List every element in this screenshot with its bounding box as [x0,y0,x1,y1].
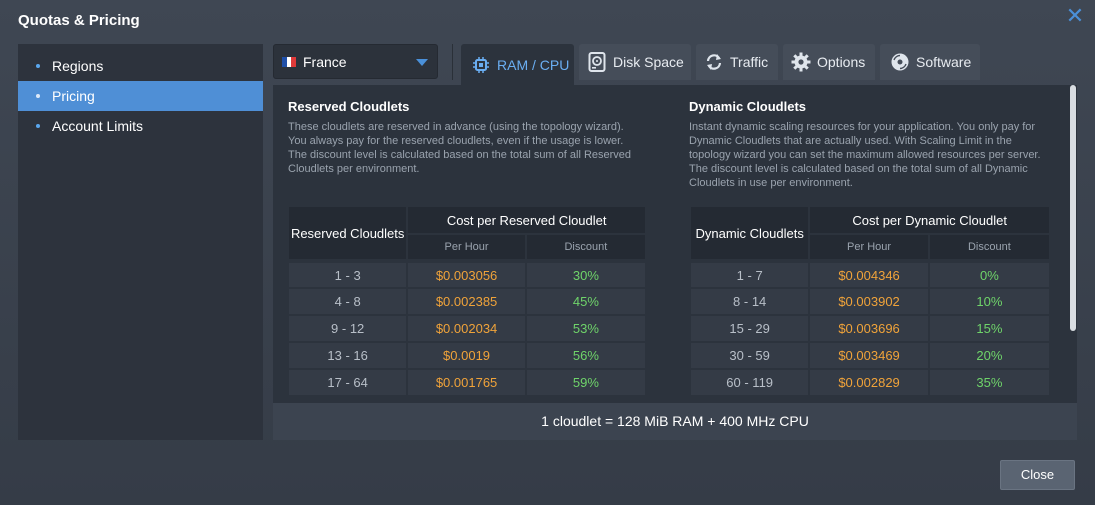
disk-icon [587,52,607,72]
column-header: Discount [927,233,1052,262]
range-cell: 13 - 16 [286,341,409,370]
scrollbar-thumb[interactable] [1070,85,1076,331]
france-flag-icon [282,57,297,67]
sidebar-item-account-limits[interactable]: Account Limits [18,111,263,141]
quotas-pricing-dialog: Quotas & Pricing ✕ Regions Pricing Accou… [0,0,1095,505]
price-cell: $0.003902 [808,287,930,316]
discount-cell: 59% [524,368,648,397]
table-row: 1 - 7 $0.004346 0% [688,259,1052,289]
dynamic-pricing-table: Dynamic Cloudlets Cost per Dynamic Cloud… [688,205,1052,397]
range-cell: 9 - 12 [286,314,409,343]
bullet-icon [36,64,40,68]
table-row: 8 - 14 $0.003902 10% [688,287,1052,316]
software-icon [890,52,910,72]
sidebar-item-pricing[interactable]: Pricing [18,81,263,111]
reserved-heading: Reserved Cloudlets [288,99,410,114]
discount-cell: 53% [524,314,648,343]
sidebar-item-label: Account Limits [52,118,144,134]
table-row: 9 - 12 $0.002034 53% [286,314,648,343]
bullet-icon [36,124,40,128]
tab-ram-cpu[interactable]: RAM / CPU [461,44,574,85]
bullet-icon [36,94,40,98]
table-row: 15 - 29 $0.003696 15% [688,314,1052,343]
price-cell: $0.003469 [808,341,930,370]
tab-traffic[interactable]: Traffic [696,44,778,80]
price-cell: $0.003056 [406,259,527,289]
sidebar-item-regions[interactable]: Regions [18,51,263,81]
region-select[interactable]: France [273,44,438,79]
dynamic-description: Instant dynamic scaling resources for yo… [689,121,1041,189]
price-cell: $0.002034 [406,314,527,343]
price-cell: $0.003696 [808,314,930,343]
sidebar-item-label: Regions [52,58,104,74]
column-header: Discount [524,233,648,262]
range-cell: 1 - 3 [286,259,409,289]
price-cell: $0.001765 [406,368,527,397]
pricing-panel: Reserved Cloudlets These cloudlets are r… [273,85,1077,403]
range-cell: 4 - 8 [286,287,409,316]
table-row: 60 - 119 $0.002829 35% [688,368,1052,397]
price-cell: $0.002385 [406,287,527,316]
range-cell: 1 - 7 [688,259,811,289]
close-button[interactable]: Close [1000,460,1075,490]
column-header: Per Hour [808,233,930,262]
gear-icon [791,52,811,72]
dialog-title: Quotas & Pricing [18,12,140,29]
close-icon[interactable]: ✕ [1065,5,1085,27]
traffic-icon [704,52,724,72]
column-header: Reserved Cloudlets [286,205,409,262]
tabs-divider [452,44,453,80]
reserved-pricing-table: Reserved Cloudlets Cost per Reserved Clo… [286,205,648,397]
tab-label: Software [916,54,972,70]
discount-cell: 10% [927,287,1052,316]
column-header: Dynamic Cloudlets [688,205,811,262]
tab-label: RAM / CPU [497,56,570,73]
price-cell: $0.004346 [808,259,930,289]
range-cell: 30 - 59 [688,341,811,370]
column-group-header: Cost per Reserved Cloudlet [406,205,647,235]
price-cell: $0.0019 [406,341,527,370]
range-cell: 15 - 29 [688,314,811,343]
table-row: 13 - 16 $0.0019 56% [286,341,648,370]
sidebar: Regions Pricing Account Limits [18,44,263,440]
column-group-header: Cost per Dynamic Cloudlet [808,205,1051,235]
tab-label: Options [817,54,866,70]
tab-options[interactable]: Options [783,44,875,80]
column-header: Per Hour [406,233,527,262]
range-cell: 60 - 119 [688,368,811,397]
chevron-down-icon [416,59,428,66]
sidebar-item-label: Pricing [52,88,95,104]
table-row: 1 - 3 $0.003056 30% [286,259,648,289]
cloudlet-definition-note: 1 cloudlet = 128 MiB RAM + 400 MHz CPU [273,403,1077,440]
tab-label: Traffic [730,54,769,70]
discount-cell: 56% [524,341,648,370]
discount-cell: 30% [524,259,648,289]
reserved-description: These cloudlets are reserved in advance … [288,121,632,175]
price-cell: $0.002829 [808,368,930,397]
dynamic-heading: Dynamic Cloudlets [689,99,807,114]
discount-cell: 35% [927,368,1052,397]
tab-label: Disk Space [613,54,684,70]
panel-scrollbar[interactable] [1069,85,1077,403]
table-row: 17 - 64 $0.001765 59% [286,368,648,397]
region-select-value: France [303,54,347,70]
tab-disk-space[interactable]: Disk Space [579,44,691,80]
discount-cell: 15% [927,314,1052,343]
range-cell: 8 - 14 [688,287,811,316]
discount-cell: 20% [927,341,1052,370]
discount-cell: 0% [927,259,1052,289]
table-row: 30 - 59 $0.003469 20% [688,341,1052,370]
range-cell: 17 - 64 [286,368,409,397]
discount-cell: 45% [524,287,648,316]
table-row: 4 - 8 $0.002385 45% [286,287,648,316]
tab-software[interactable]: Software [880,44,980,80]
cpu-icon [471,55,491,75]
